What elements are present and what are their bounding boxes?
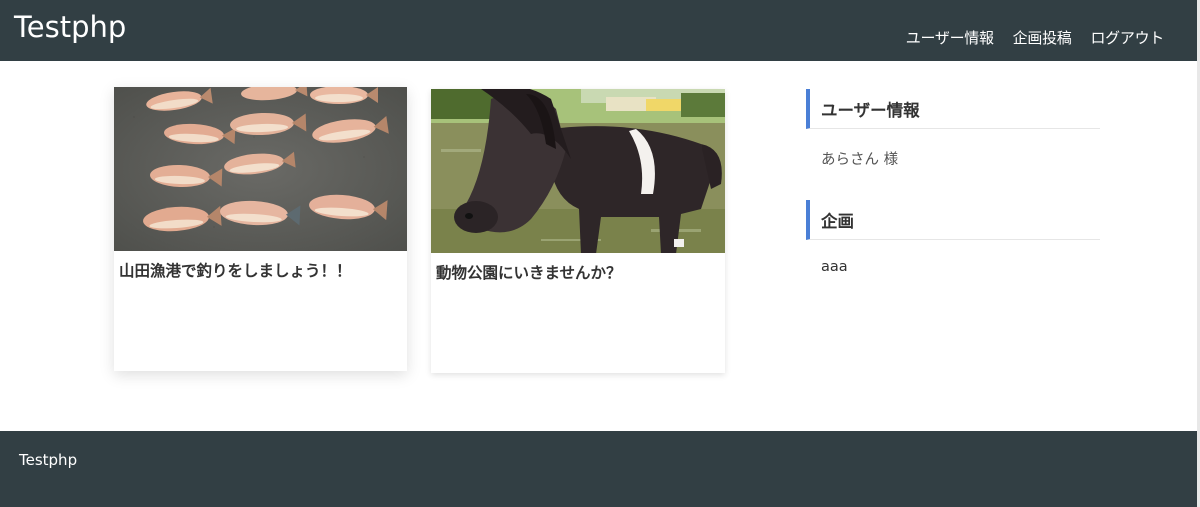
fish-photo	[114, 87, 407, 251]
nav-logout[interactable]: ログアウト	[1090, 27, 1164, 48]
plan-heading-label: 企画	[821, 212, 854, 231]
plan-card-zoo[interactable]: 動物公園にいきませんか？	[431, 89, 725, 373]
plan-card-title[interactable]: 山田漁港で釣りをしましょう！！	[119, 259, 402, 281]
main-nav: ユーザー情報 企画投稿 ログアウト	[906, 27, 1165, 48]
plan-card-fishing[interactable]: 山田漁港で釣りをしましょう！！	[114, 87, 407, 371]
user-info-heading: ユーザー情報	[806, 89, 1100, 129]
user-info-heading-label: ユーザー情報	[821, 101, 920, 120]
site-footer: Testphp	[0, 431, 1197, 507]
site-header: Testphp ユーザー情報 企画投稿 ログアウト	[0, 0, 1197, 61]
footer-title: Testphp	[19, 451, 78, 469]
nav-post-plan[interactable]: 企画投稿	[1013, 27, 1072, 48]
plan-heading: 企画	[806, 200, 1100, 240]
plan-item[interactable]: aaa	[821, 259, 848, 275]
user-name: あらさん 様	[821, 152, 899, 168]
nav-user-info[interactable]: ユーザー情報	[906, 27, 994, 48]
site-title[interactable]: Testphp	[14, 10, 126, 44]
pony-photo	[431, 89, 725, 253]
plan-card-title[interactable]: 動物公園にいきませんか？	[436, 261, 719, 283]
